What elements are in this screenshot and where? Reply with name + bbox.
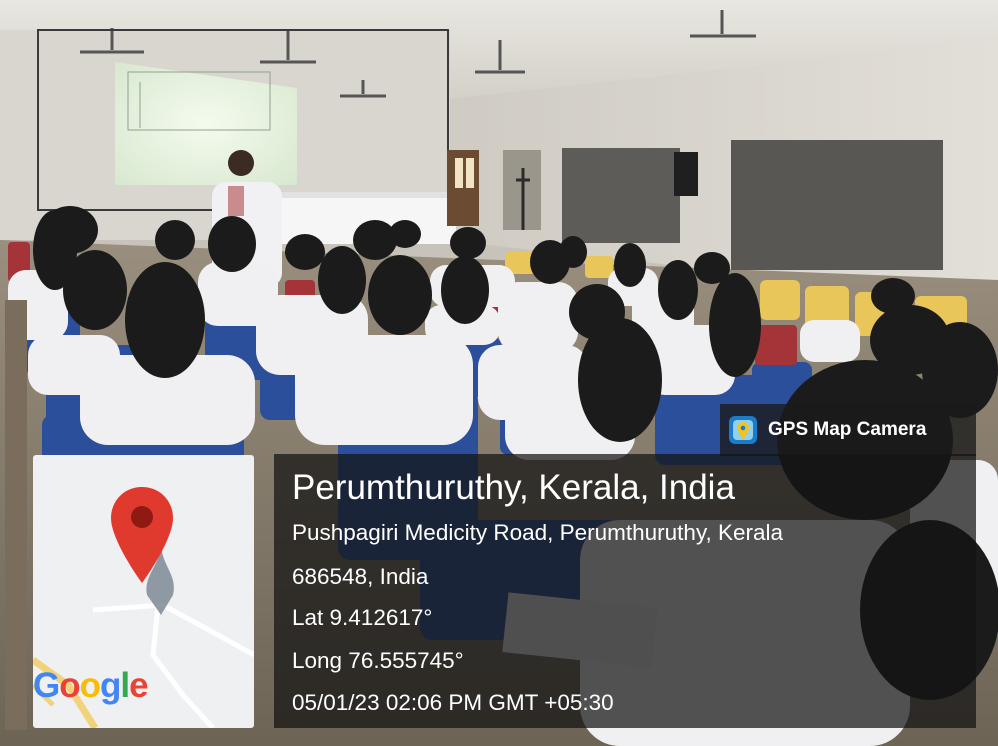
location-title: Perumthuruthy, Kerala, India (292, 468, 735, 507)
google-logo: Google (33, 666, 149, 705)
longitude-text: Long 76.555745° (292, 648, 464, 673)
photo-frame: GPS Map Camera Perumthuruthy, Kerala, In… (0, 0, 998, 746)
address-line-2: 686548, India (292, 564, 429, 589)
latitude-text: Lat 9.412617° (292, 605, 433, 630)
address-line-1: Pushpagiri Medicity Road, Perumthuruthy,… (292, 520, 784, 545)
app-badge: GPS Map Camera (720, 404, 976, 456)
location-pin-icon (111, 487, 173, 583)
app-badge-label: GPS Map Camera (768, 419, 927, 440)
gps-map-camera-icon (729, 416, 757, 444)
datetime-text: 05/01/23 02:06 PM GMT +05:30 (292, 690, 614, 715)
